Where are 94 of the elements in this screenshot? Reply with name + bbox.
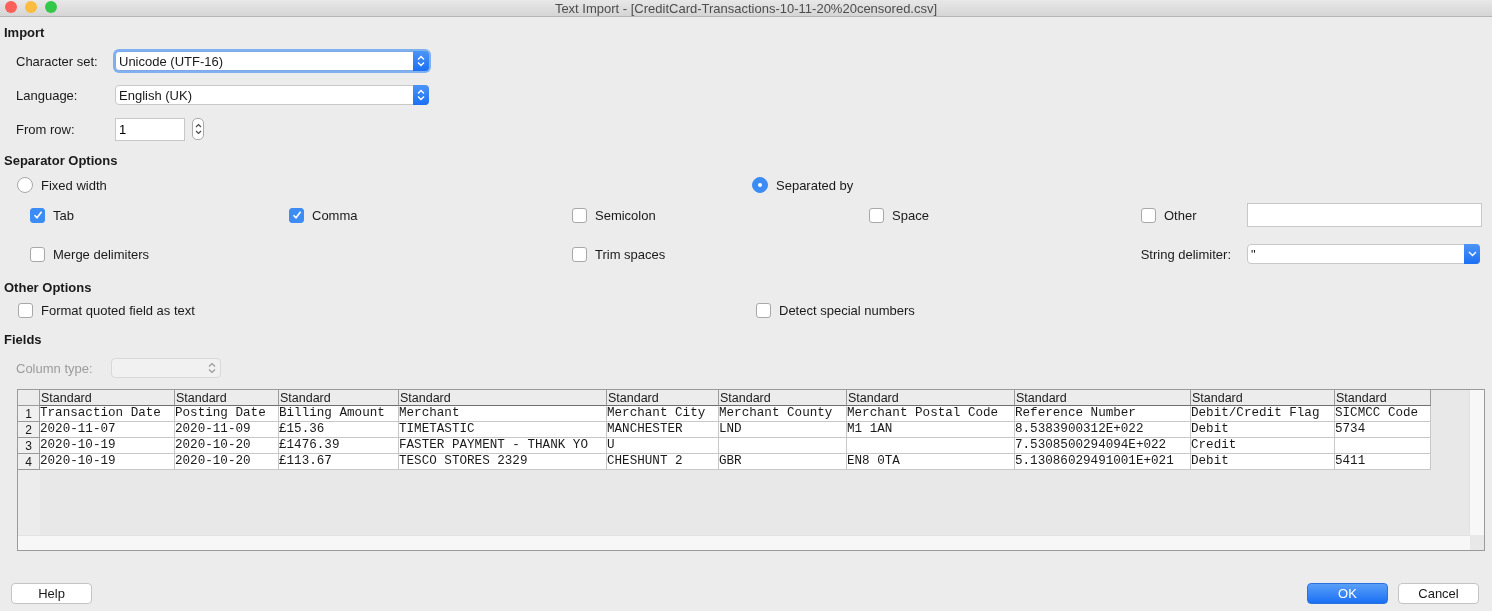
table-cell: U	[607, 438, 719, 454]
column-type-dropdown[interactable]	[111, 358, 221, 378]
table-cell: 2020-11-09	[175, 422, 279, 438]
language-dropdown[interactable]: English (UK)	[115, 85, 429, 105]
table-cell: M1 1AN	[847, 422, 1015, 438]
checkbox-option[interactable]: Format quoted field as text	[18, 303, 195, 318]
row-header: 4	[18, 454, 40, 470]
table-cell: 2020-10-20	[175, 454, 279, 470]
table-cell: 2020-10-19	[40, 438, 175, 454]
section-heading: Separator Options	[3, 153, 119, 170]
dialog-button[interactable]: Cancel	[1398, 583, 1479, 604]
field-label: Column type:	[16, 360, 94, 376]
radio-option[interactable]: Separated by	[752, 177, 854, 193]
table-cell: Reference Number	[1015, 406, 1191, 422]
table-cell: 5411	[1335, 454, 1431, 470]
table-cell: GBR	[719, 454, 847, 470]
table-cell: LND	[719, 422, 847, 438]
other-separator-field[interactable]	[1247, 203, 1482, 227]
column-header[interactable]: Standard	[719, 390, 847, 406]
table-cell: 2020-10-19	[40, 454, 175, 470]
table-cell: FASTER PAYMENT - THANK YO	[399, 438, 607, 454]
column-header[interactable]: Standard	[1191, 390, 1335, 406]
scrollbar-track[interactable]	[1469, 390, 1484, 535]
column-header[interactable]: Standard	[40, 390, 175, 406]
updown-icon	[194, 122, 202, 136]
table-cell: Debit	[1191, 422, 1335, 438]
checkbox-option[interactable]: Space	[869, 207, 1141, 223]
row-header: 1	[18, 406, 40, 422]
table-cell: Debit	[1191, 454, 1335, 470]
table-cell: £15.36	[279, 422, 399, 438]
checkmark-icon	[32, 210, 43, 220]
updown-icon	[413, 51, 429, 71]
section-heading: Fields	[3, 332, 43, 349]
table-cell: Merchant City	[607, 406, 719, 422]
table-cell: CHESHUNT 2	[607, 454, 719, 470]
checkmark-icon	[291, 210, 302, 220]
field-label: Language:	[16, 87, 79, 103]
zoom-icon[interactable]	[45, 1, 57, 13]
table-cell: TESCO STORES 2329	[399, 454, 607, 470]
column-header[interactable]: Standard	[847, 390, 1015, 406]
radio-option[interactable]: Fixed width	[17, 177, 107, 193]
table-cell: 5734	[1335, 422, 1431, 438]
table-cell: 2020-10-20	[175, 438, 279, 454]
updown-icon	[413, 85, 429, 105]
section-heading: Other Options	[3, 280, 93, 297]
dialog-button[interactable]: OK	[1307, 583, 1388, 604]
checkbox-option[interactable]: Semicolon	[572, 207, 869, 223]
minimize-icon[interactable]	[25, 1, 37, 13]
column-header[interactable]: Standard	[1335, 390, 1431, 406]
string-delimiter-dropdown[interactable]: "	[1247, 244, 1480, 264]
column-header[interactable]: Standard	[1015, 390, 1191, 406]
checkbox-option[interactable]: Merge delimiters	[30, 246, 289, 262]
table-cell: 5.13086029491001E+021	[1015, 454, 1191, 470]
table-cell: £113.67	[279, 454, 399, 470]
table-cell: SICMCC Code	[1335, 406, 1431, 422]
table-cell: Posting Date	[175, 406, 279, 422]
character-set-dropdown[interactable]: Unicode (UTF-16)	[115, 51, 429, 71]
window-title: Text Import - [CreditCard-Transactions-10-11-20%20censored.csv]	[554, 0, 938, 16]
row-header: 3	[18, 438, 40, 454]
table-cell: Merchant	[399, 406, 607, 422]
column-header[interactable]: Standard	[607, 390, 719, 406]
dialog-button[interactable]: Help	[11, 583, 92, 604]
from-row-field[interactable]: 1	[115, 117, 185, 141]
checkbox-option[interactable]: Trim spaces	[572, 246, 869, 262]
checkbox-option[interactable]: Other	[1141, 207, 1247, 223]
table-cell: MANCHESTER	[607, 422, 719, 438]
table-cell: 2020-11-07	[40, 422, 175, 438]
table-cell: Billing Amount	[279, 406, 399, 422]
table-cell: Merchant Postal Code	[847, 406, 1015, 422]
chevron-down-icon	[1464, 244, 1480, 264]
field-label: From row:	[16, 121, 76, 137]
table-cell: Merchant County	[719, 406, 847, 422]
grid-corner[interactable]	[18, 390, 40, 406]
checkbox-option[interactable]: Detect special numbers	[756, 303, 915, 318]
row-header: 2	[18, 422, 40, 438]
section-heading: Import	[3, 25, 46, 42]
table-cell: EN8 0TA	[847, 454, 1015, 470]
table-cell: £1476.39	[279, 438, 399, 454]
table-cell: Transaction Date	[40, 406, 175, 422]
close-icon[interactable]	[5, 1, 17, 13]
field-label: String delimiter:	[1140, 246, 1231, 262]
checkbox-option[interactable]: Tab	[30, 207, 289, 223]
column-header[interactable]: Standard	[279, 390, 399, 406]
table-cell: 8.5383900312E+022	[1015, 422, 1191, 438]
table-cell: Credit	[1191, 438, 1335, 454]
column-header[interactable]: Standard	[175, 390, 279, 406]
column-header[interactable]: Standard	[399, 390, 607, 406]
spin-button[interactable]	[192, 118, 204, 140]
scrollbar-track[interactable]	[18, 535, 1470, 550]
table-cell: Debit/Credit Flag	[1191, 406, 1335, 422]
table-cell: TIMETASTIC	[399, 422, 607, 438]
field-label: Character set:	[16, 53, 99, 69]
checkbox-option[interactable]: Comma	[289, 207, 572, 223]
table-cell: 7.5308500294094E+022	[1015, 438, 1191, 454]
